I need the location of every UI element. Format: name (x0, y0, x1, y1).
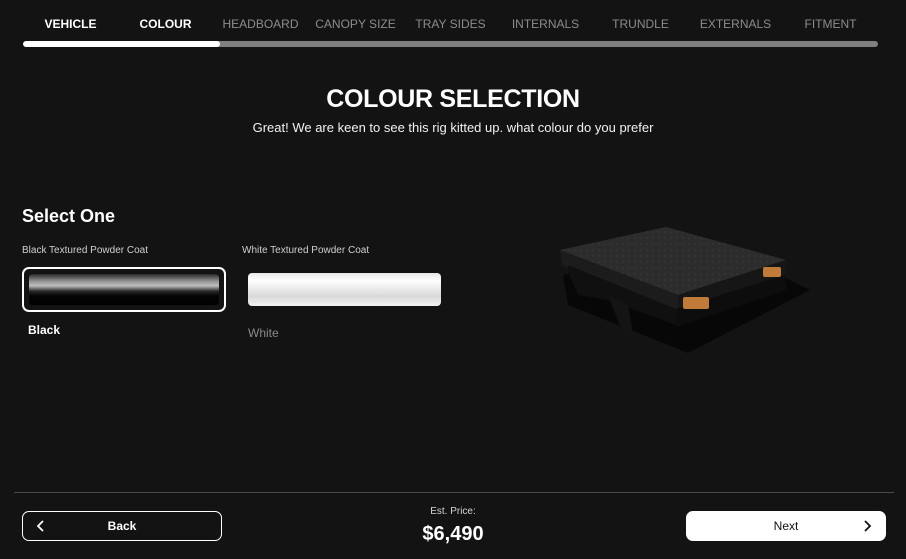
step-navigation: VEHICLE COLOUR HEADBOARD CANOPY SIZE TRA… (23, 17, 878, 33)
step-internals[interactable]: INTERNALS (498, 17, 593, 33)
page-title: COLOUR SELECTION (326, 85, 580, 113)
white-swatch (248, 273, 441, 306)
step-fitment[interactable]: FITMENT (783, 17, 878, 33)
step-headboard[interactable]: HEADBOARD (213, 17, 308, 33)
white-swatch-button[interactable] (242, 267, 446, 312)
next-button[interactable]: Next (686, 511, 886, 541)
step-tray-sides[interactable]: TRAY SIDES (403, 17, 498, 33)
tray-render (560, 227, 810, 353)
step-trundle[interactable]: TRUNDLE (593, 17, 688, 33)
swatch-label: Black (28, 323, 61, 337)
colour-option-black: Black Textured Powder Coat Black (22, 245, 227, 337)
tray-preview-image (548, 205, 818, 365)
select-one-heading: Select One (22, 206, 116, 226)
progress-fill (23, 41, 220, 47)
next-button-label: Next (773, 519, 799, 533)
footer-divider (14, 492, 894, 493)
option-name: White Textured Powder Coat (242, 245, 370, 256)
option-name: Black Textured Powder Coat (22, 245, 148, 256)
chevron-right-icon (864, 520, 872, 532)
swatch-label: White (248, 326, 279, 340)
black-swatch-button[interactable] (22, 267, 226, 312)
black-swatch (29, 274, 219, 305)
progress-bar (23, 41, 878, 47)
step-colour[interactable]: COLOUR (118, 17, 213, 33)
step-externals[interactable]: EXTERNALS (688, 17, 783, 33)
colour-option-white: White Textured Powder Coat White (242, 245, 447, 340)
step-canopy-size[interactable]: CANOPY SIZE (308, 17, 403, 33)
page-subtitle: Great! We are keen to see this rig kitte… (252, 120, 654, 135)
step-vehicle[interactable]: VEHICLE (23, 17, 118, 33)
